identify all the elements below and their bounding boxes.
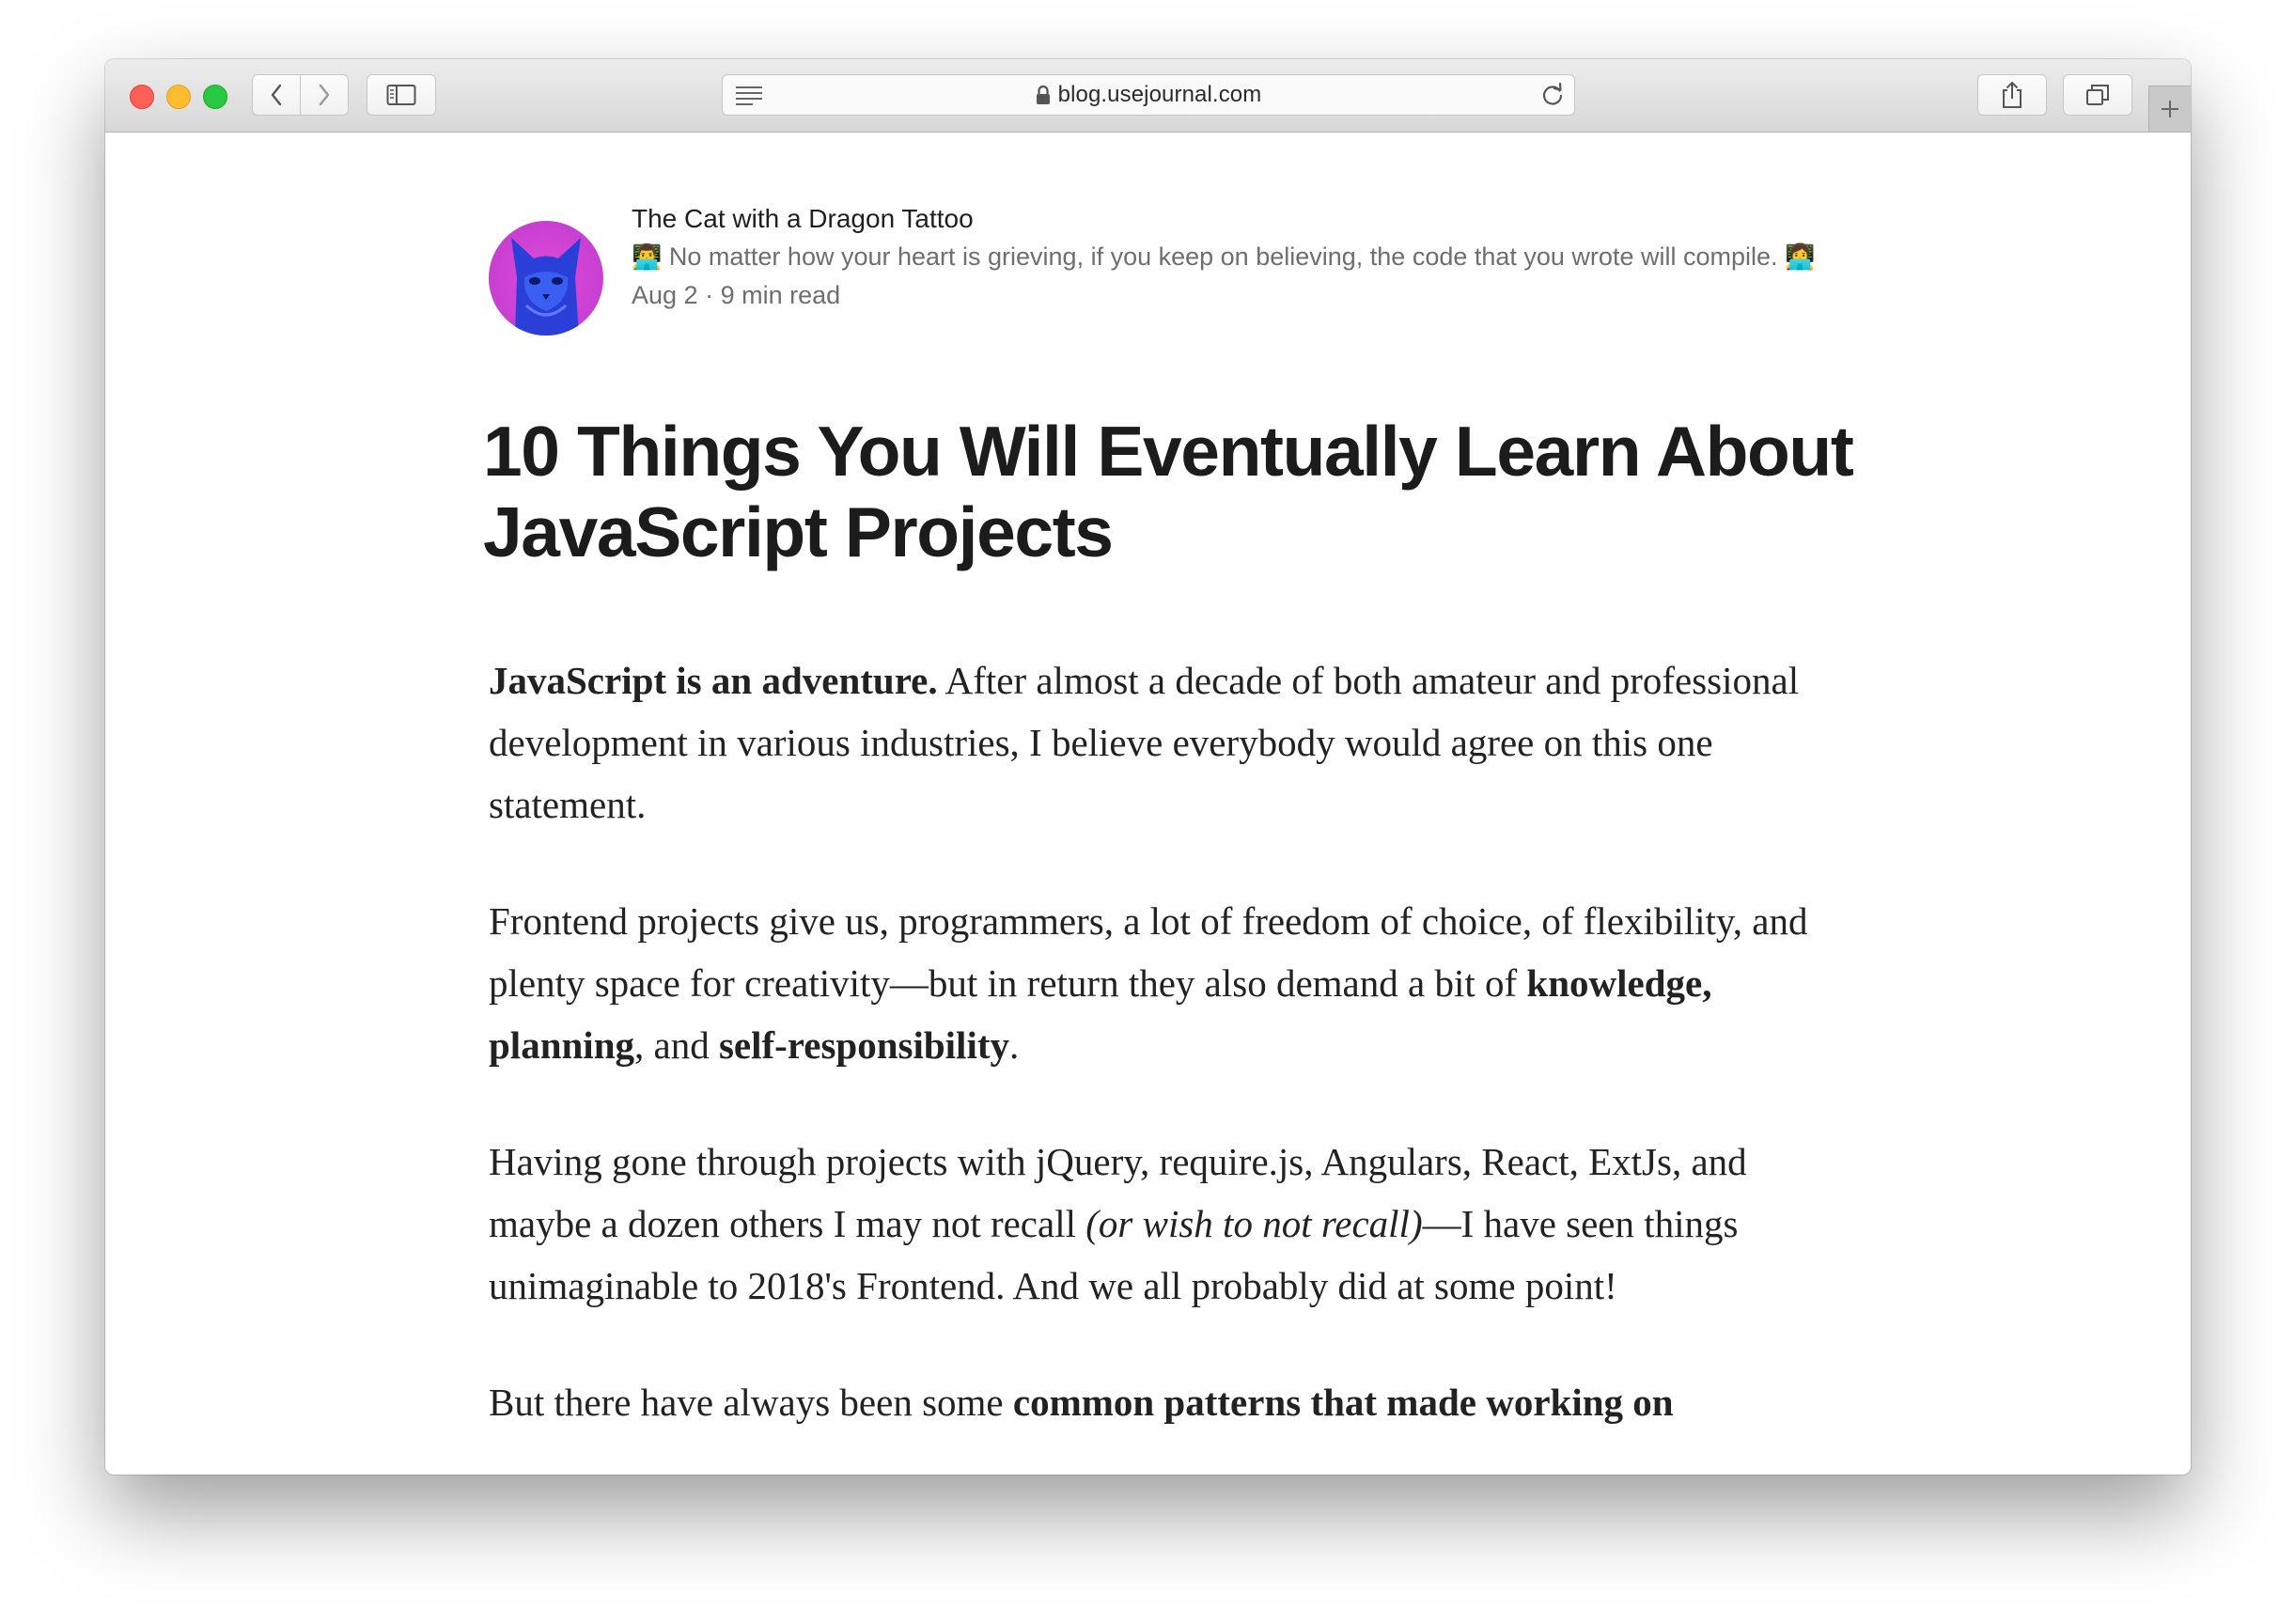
share-icon [2003,82,2022,108]
page-content: The Cat with a Dragon Tattoo 👨‍💻 No matt… [105,133,2191,1475]
post-meta: Aug 2 · 9 min read [632,276,1816,314]
reload-icon[interactable] [1540,83,1565,107]
period: . [1009,1023,1020,1067]
new-tab-button[interactable] [2148,86,2191,132]
emphasis-knowledge: knowledge [1526,961,1703,1005]
conjunction-text: , and [634,1023,719,1067]
meta-separator: · [705,281,714,309]
share-button[interactable] [1977,74,2047,116]
tabs-icon [2086,85,2109,105]
paragraph-2: Frontend projects give us, programmers, … [489,890,1842,1076]
author-bio-text: No matter how your heart is grieving, if… [668,242,1778,271]
address-bar[interactable]: blog.usejournal.com [722,74,1575,116]
paragraph-1: JavaScript is an adventure. After almost… [489,649,1842,835]
paragraph-3: Having gone through projects with jQuery… [489,1131,1842,1317]
browser-toolbar: blog.usejournal.com [105,59,2191,133]
read-time: 9 min read [720,281,841,309]
author-avatar[interactable] [489,221,603,336]
chevron-left-icon [271,84,282,106]
plus-icon [2162,101,2178,117]
minimize-window-button[interactable] [166,85,191,109]
post-date: Aug 2 [632,281,698,309]
back-button[interactable] [253,75,300,115]
emphasis-planning: planning [489,1023,634,1067]
close-window-button[interactable] [130,85,154,109]
lock-icon [1036,85,1050,104]
emphasis-self-responsibility: self-responsibility [718,1023,1009,1067]
paragraph-4-bold: common patterns that made working on [1012,1381,1674,1424]
sidebar-button[interactable] [367,74,436,116]
forward-button[interactable] [300,75,348,115]
chevron-right-icon [319,84,330,106]
zoom-window-button[interactable] [203,85,227,109]
cat-avatar-image [489,221,603,336]
comma-1: , [1702,961,1712,1005]
paragraph-4-text: But there have always been some [489,1381,1013,1424]
technologist-emoji-icon: 👨‍💻 [632,243,663,272]
sidebar-icon [386,85,416,105]
paragraph-4: But there have always been some common p… [489,1371,1842,1433]
article-body: JavaScript is an adventure. After almost… [489,649,1842,1475]
url-text: blog.usejournal.com [1057,82,1262,107]
woman-technologist-emoji-icon: 👩‍💻 [1785,243,1816,272]
show-tabs-button[interactable] [2063,74,2132,116]
author-name[interactable]: The Cat with a Dragon Tattoo [632,200,1816,238]
paragraph-1-bold: JavaScript is an adventure. [489,659,938,702]
paragraph-3-italic: (or wish to not recall) [1085,1202,1423,1245]
author-bio: 👨‍💻 No matter how your heart is grieving… [632,238,1816,276]
article-title: 10 Things You Will Eventually Learn Abou… [483,412,1854,571]
navigation-buttons [252,74,349,116]
browser-window: blog.usejournal.com The Cat with a Drago… [105,59,2191,1475]
author-meta: The Cat with a Dragon Tattoo 👨‍💻 No matt… [632,200,1816,314]
url-display: blog.usejournal.com [723,75,1574,115]
